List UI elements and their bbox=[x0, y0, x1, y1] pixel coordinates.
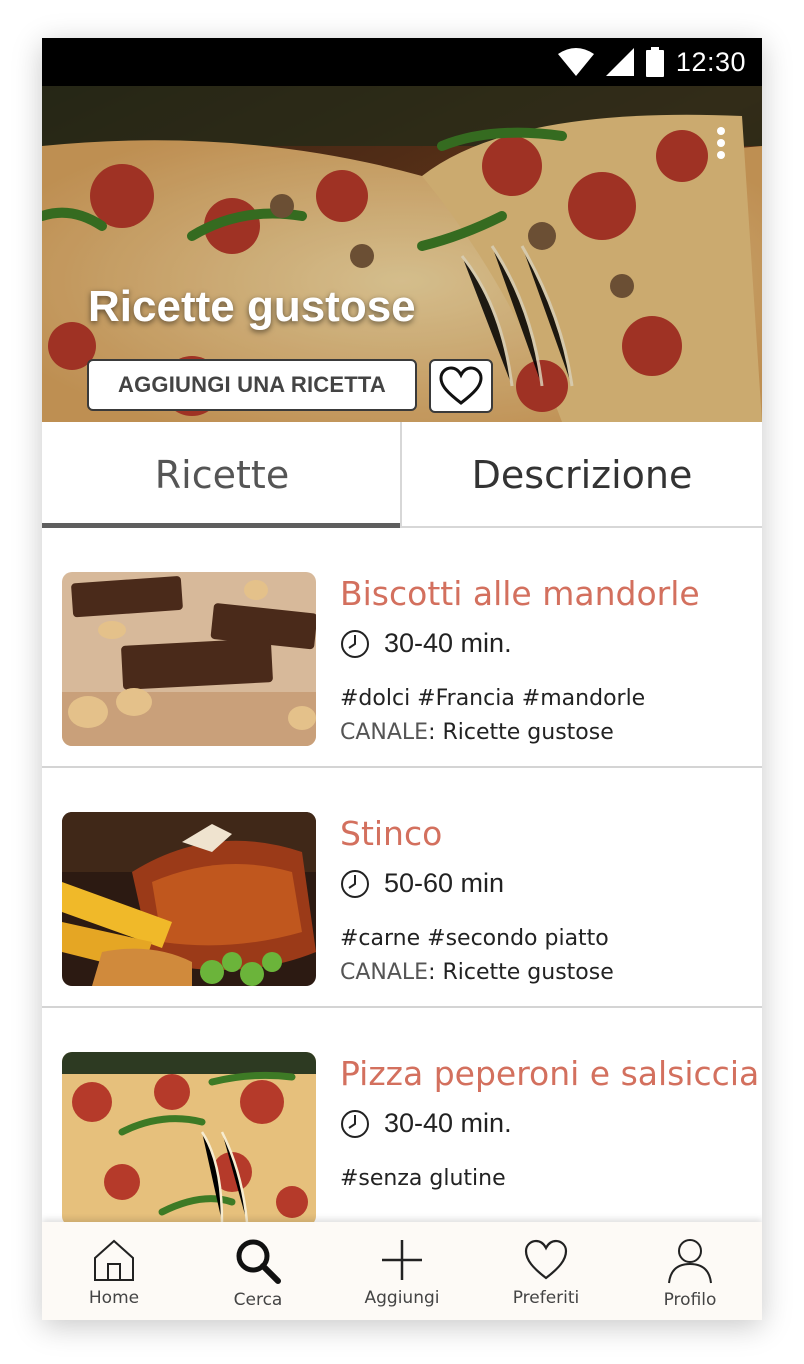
phone-screen: 12:30 Ricette gustose AGGIUNGI UNA RICET… bbox=[42, 38, 762, 1320]
recipe-thumbnail bbox=[62, 572, 316, 746]
recipe-list: Biscotti alle mandorle 30-40 min. #dolci… bbox=[42, 528, 762, 1246]
recipe-tags[interactable]: #dolci #Francia #mandorle bbox=[340, 686, 645, 711]
wifi-icon bbox=[557, 48, 594, 76]
clock-icon bbox=[341, 869, 369, 898]
add-recipe-button[interactable]: AGGIUNGI UNA RICETTA bbox=[87, 359, 417, 411]
nav-favorites[interactable]: Preferiti bbox=[474, 1222, 618, 1320]
channel-title: Ricette gustose bbox=[88, 282, 416, 331]
search-icon bbox=[236, 1239, 281, 1284]
recipe-time-value: 30-40 min. bbox=[384, 1108, 512, 1138]
status-time: 12:30 bbox=[675, 46, 746, 77]
recipe-time: 30-40 min. bbox=[340, 628, 512, 659]
recipe-title[interactable]: Pizza peperoni e salsiccia bbox=[340, 1054, 759, 1093]
nav-add[interactable]: Aggiungi bbox=[330, 1222, 474, 1320]
bottom-navigation: Home Cerca Aggiungi Preferiti Profilo bbox=[42, 1222, 762, 1320]
heart-icon bbox=[439, 366, 483, 405]
tab-descrizione[interactable]: Descrizione bbox=[402, 422, 762, 528]
list-item[interactable]: Pizza peperoni e salsiccia 30-40 min. #s… bbox=[42, 1008, 762, 1246]
nav-search-label: Cerca bbox=[233, 1290, 283, 1310]
channel-label: CANALE bbox=[340, 720, 429, 745]
plus-icon bbox=[382, 1240, 422, 1280]
nav-search[interactable]: Cerca bbox=[186, 1222, 330, 1320]
recipe-thumbnail bbox=[62, 1052, 316, 1226]
channel-name[interactable]: Ricette gustose bbox=[442, 720, 613, 745]
list-item[interactable]: Biscotti alle mandorle 30-40 min. #dolci… bbox=[42, 528, 762, 768]
recipe-thumbnail bbox=[62, 812, 316, 986]
nav-favorites-label: Preferiti bbox=[512, 1288, 580, 1308]
battery-icon bbox=[645, 47, 664, 77]
heart-icon bbox=[524, 1239, 568, 1280]
recipe-channel: CANALE: Ricette gustose bbox=[340, 720, 614, 745]
recipe-title[interactable]: Biscotti alle mandorle bbox=[340, 574, 700, 613]
recipe-time-value: 50-60 min bbox=[384, 868, 505, 898]
channel-label: CANALE bbox=[340, 960, 429, 985]
favorite-channel-button[interactable] bbox=[429, 359, 493, 413]
tab-ricette[interactable]: Ricette bbox=[42, 422, 402, 528]
recipe-channel: CANALE: Ricette gustose bbox=[340, 960, 614, 985]
more-options-icon[interactable] bbox=[716, 126, 726, 160]
recipe-time: 50-60 min bbox=[340, 868, 504, 899]
nav-home-label: Home bbox=[88, 1288, 140, 1308]
profile-icon bbox=[668, 1239, 712, 1284]
channel-header: Ricette gustose AGGIUNGI UNA RICETTA bbox=[42, 86, 762, 422]
channel-name[interactable]: Ricette gustose bbox=[442, 960, 613, 985]
clock-icon bbox=[341, 1109, 369, 1138]
recipe-time-value: 30-40 min. bbox=[384, 628, 512, 658]
recipe-title[interactable]: Stinco bbox=[340, 814, 442, 853]
nav-home[interactable]: Home bbox=[42, 1222, 186, 1320]
tab-bar: Ricette Descrizione bbox=[42, 422, 762, 528]
tab-divider bbox=[400, 422, 402, 526]
recipe-time: 30-40 min. bbox=[340, 1108, 512, 1139]
nav-profile[interactable]: Profilo bbox=[618, 1222, 762, 1320]
signal-icon bbox=[605, 48, 634, 76]
nav-add-label: Aggiungi bbox=[364, 1288, 440, 1308]
recipe-tags[interactable]: #senza glutine bbox=[340, 1166, 506, 1191]
nav-profile-label: Profilo bbox=[663, 1290, 717, 1310]
clock-icon bbox=[341, 629, 369, 658]
home-icon bbox=[94, 1239, 134, 1281]
list-item[interactable]: Stinco 50-60 min #carne #secondo piatto … bbox=[42, 768, 762, 1008]
recipe-tags[interactable]: #carne #secondo piatto bbox=[340, 926, 609, 951]
status-bar: 12:30 bbox=[42, 38, 762, 86]
